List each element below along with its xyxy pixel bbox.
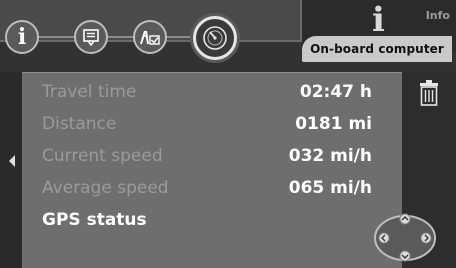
messages-button[interactable]	[74, 20, 108, 54]
messages-icon	[83, 29, 99, 46]
info-icon: i	[17, 24, 27, 50]
row-distance[interactable]: Distance 0181 mi	[22, 112, 402, 138]
nav-connector	[166, 36, 194, 38]
speedometer-icon	[203, 26, 227, 50]
section-tab: On-board computer	[302, 36, 452, 62]
info-logo: i Info	[356, 3, 454, 37]
onboard-computer-button[interactable]	[193, 16, 237, 60]
joystick-icon[interactable]	[372, 210, 438, 262]
row-value: 065 mi/h	[288, 178, 372, 198]
info-logo-icon: i	[372, 0, 385, 40]
top-navigation-bar: i i Info On-board computer	[0, 0, 456, 72]
row-label: Current speed	[42, 146, 163, 166]
nav-connector	[107, 36, 134, 38]
section-title: On-board computer	[310, 42, 444, 56]
route-button[interactable]	[133, 20, 167, 54]
row-label: Average speed	[42, 178, 169, 198]
row-value: 0181 mi	[295, 114, 372, 134]
row-label: Distance	[42, 114, 117, 134]
trash-icon[interactable]	[418, 80, 440, 106]
row-gps-status[interactable]: GPS status	[22, 208, 402, 234]
row-current-speed[interactable]: Current speed 032 mi/h	[22, 144, 402, 170]
info-button[interactable]: i	[5, 20, 39, 54]
row-average-speed[interactable]: Average speed 065 mi/h	[22, 176, 402, 202]
onboard-computer-screen: i i Info On-board computer Travel time 0…	[0, 0, 456, 268]
left-arrow-icon[interactable]	[9, 155, 15, 167]
row-label: GPS status	[42, 210, 147, 230]
route-icon	[140, 30, 160, 45]
row-value: 02:47 h	[299, 82, 372, 102]
row-label: Travel time	[42, 82, 137, 102]
trip-data-panel: Travel time 02:47 h Distance 0181 mi Cur…	[22, 72, 402, 268]
nav-connector	[38, 36, 75, 38]
row-value: 032 mi/h	[288, 146, 372, 166]
info-logo-text: Info	[425, 9, 450, 22]
row-travel-time[interactable]: Travel time 02:47 h	[22, 80, 402, 106]
